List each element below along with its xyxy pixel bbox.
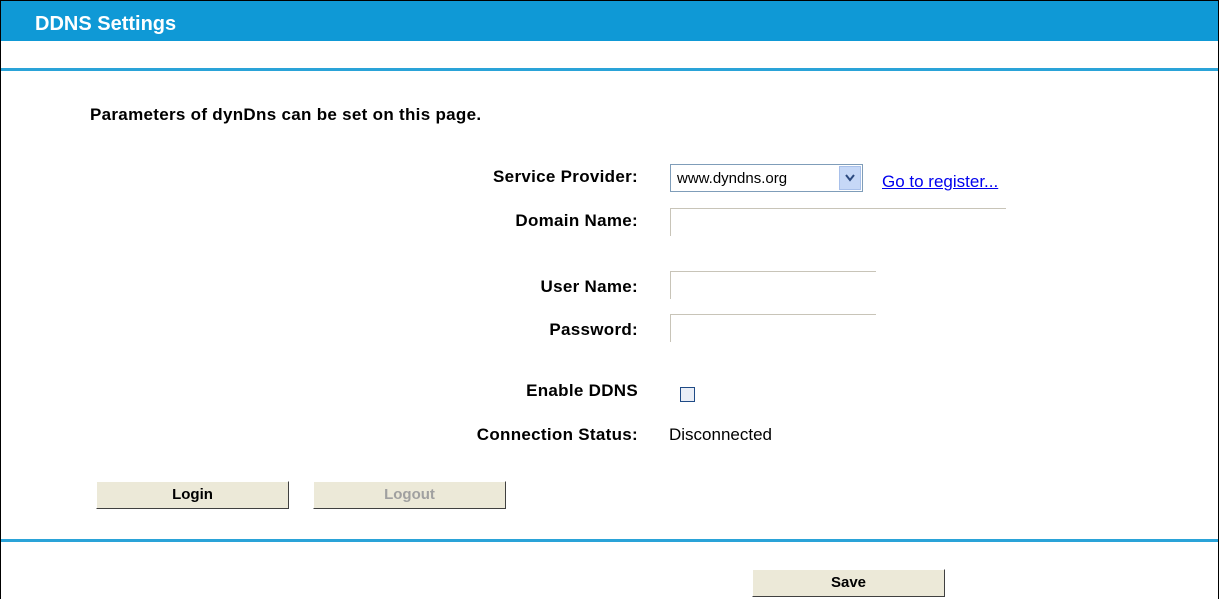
chevron-down-icon[interactable] — [839, 166, 861, 190]
password-label: Password: — [549, 320, 638, 339]
user-name-label: User Name: — [540, 277, 638, 296]
save-button[interactable]: Save — [752, 569, 945, 597]
login-button[interactable]: Login — [96, 481, 289, 509]
register-link[interactable]: Go to register... — [882, 172, 998, 192]
service-provider-label: Service Provider: — [493, 167, 638, 186]
page-header: DDNS Settings — [1, 1, 1218, 41]
page-title: DDNS Settings — [35, 13, 177, 35]
enable-ddns-label: Enable DDNS — [526, 381, 638, 400]
enable-ddns-checkbox[interactable] — [680, 387, 695, 402]
domain-name-field[interactable] — [670, 208, 1006, 236]
logout-button[interactable]: Logout — [313, 481, 506, 509]
domain-name-label: Domain Name: — [515, 211, 638, 230]
user-name-field[interactable] — [670, 271, 876, 299]
password-field[interactable] — [670, 314, 876, 342]
bottom-divider — [1, 539, 1218, 542]
connection-status-value: Disconnected — [669, 425, 773, 444]
top-divider — [1, 68, 1218, 71]
page-frame — [0, 0, 1219, 599]
service-provider-select[interactable]: www.dyndns.org — [670, 164, 863, 192]
intro-text: Parameters of dynDns can be set on this … — [90, 105, 482, 124]
connection-status-label: Connection Status: — [476, 425, 638, 444]
service-provider-value: www.dyndns.org — [677, 170, 788, 187]
